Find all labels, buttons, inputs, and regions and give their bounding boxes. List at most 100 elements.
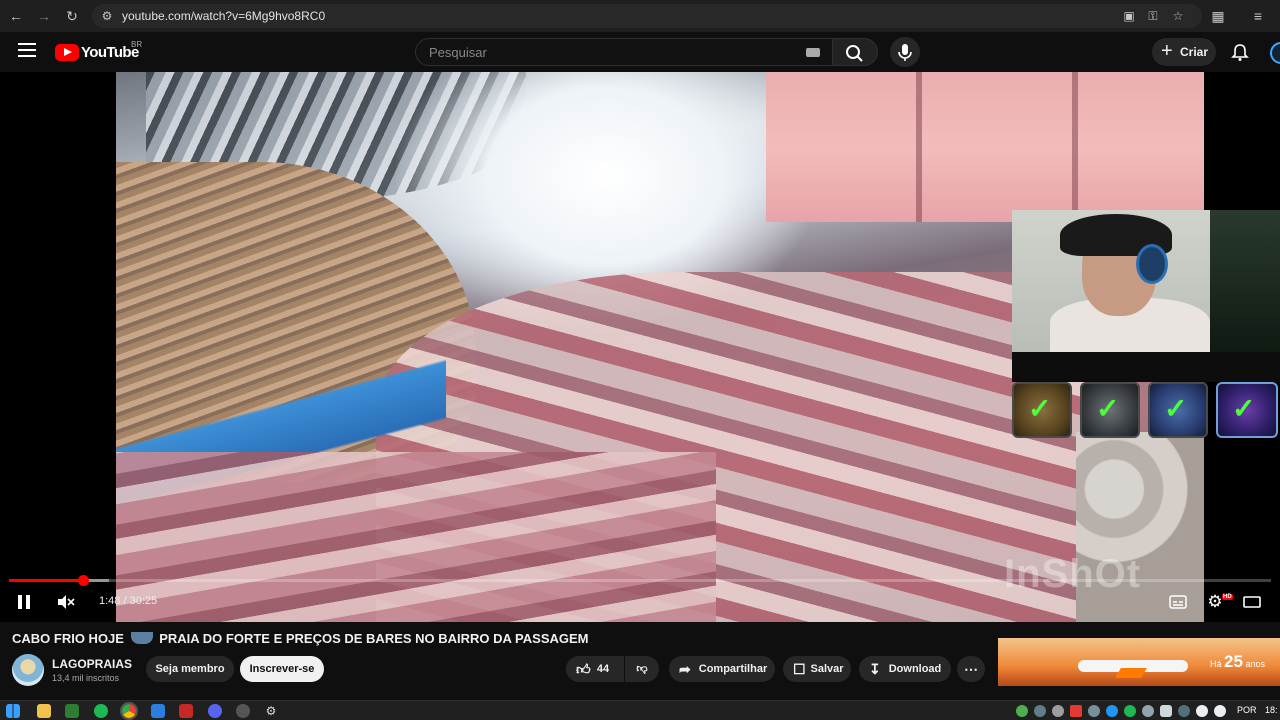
file-explorer-icon[interactable]: [37, 704, 51, 718]
app-icon[interactable]: [65, 704, 79, 718]
wifi-icon[interactable]: [1196, 705, 1208, 717]
more-dots-icon: ⋯: [964, 661, 978, 677]
hamburger-menu-icon[interactable]: [18, 43, 36, 57]
voice-search-button[interactable]: [890, 37, 920, 67]
search-placeholder: Pesquisar: [429, 45, 487, 60]
checkmark-icon: ✓: [1164, 393, 1188, 424]
windows-taskbar: ⚙ POR 18:: [0, 700, 1280, 720]
progress-scrubber-handle[interactable]: [78, 575, 90, 586]
fish-fillets-image: [766, 72, 1204, 222]
user-avatar[interactable]: [1270, 42, 1280, 64]
obs-icon[interactable]: [236, 704, 250, 718]
video-player[interactable]: InShOt ✓ ✓ ✓ ✓ 1:48 / 30:25 ⚙ HD: [0, 72, 1280, 622]
ad-headline: Há 25 anos: [1210, 652, 1265, 672]
ad-prefix: Há: [1210, 659, 1222, 669]
youtube-logo[interactable]: YouTube: [55, 43, 139, 61]
create-button[interactable]: + Criar: [1152, 38, 1216, 66]
windows-start-icon[interactable]: [6, 704, 20, 718]
hd-badge: HD: [1222, 594, 1233, 600]
pause-icon[interactable]: [18, 595, 32, 609]
thumbs-up-icon: 👍︎: [576, 661, 591, 677]
site-info-icon[interactable]: ⚙: [98, 7, 116, 25]
country-code: BR: [131, 40, 143, 49]
theater-mode-icon[interactable]: [1242, 593, 1262, 611]
tray-icon[interactable]: [1070, 705, 1082, 717]
browser-menu-icon[interactable]: ≡: [1248, 6, 1268, 26]
plus-icon: +: [1161, 40, 1173, 62]
channel-name[interactable]: LAGOPRAIAS: [52, 657, 132, 671]
video-title-part: PRAIA DO FORTE E PREÇOS DE BARES NO BAIR…: [159, 631, 589, 646]
speaker-icon[interactable]: [1214, 705, 1226, 717]
back-icon[interactable]: ←: [6, 6, 26, 26]
chrome-icon[interactable]: [120, 702, 138, 720]
share-button[interactable]: ➦ Compartilhar: [669, 656, 775, 682]
microphone-icon: [898, 44, 912, 61]
save-button[interactable]: ☐ Salvar: [783, 656, 851, 682]
achievement-badge: ✓: [1012, 382, 1072, 438]
checkmark-icon: ✓: [1028, 393, 1052, 424]
share-label: Compartilhar: [698, 663, 768, 675]
spotify-icon[interactable]: [94, 704, 108, 718]
channel-avatar[interactable]: [12, 654, 44, 686]
webcam-bottom-strip: [1012, 352, 1280, 382]
join-label: Seja membro: [155, 663, 225, 675]
subtitles-icon[interactable]: [1168, 593, 1188, 611]
tray-icon[interactable]: [1016, 705, 1028, 717]
join-membership-button[interactable]: Seja membro: [146, 656, 234, 682]
ad-unit: anos: [1245, 659, 1265, 669]
tray-icon[interactable]: [1106, 705, 1118, 717]
checkmark-icon: ✓: [1232, 393, 1256, 424]
app-icon[interactable]: [151, 704, 165, 718]
notifications-bell-icon[interactable]: [1230, 42, 1250, 62]
save-label: Salvar: [810, 663, 844, 675]
progress-bar[interactable]: [9, 575, 1271, 586]
achievement-badge: ✓: [1148, 382, 1208, 438]
tray-icon[interactable]: [1088, 705, 1100, 717]
share-arrow-icon: ➦: [679, 661, 691, 677]
like-count: 44: [596, 663, 610, 675]
tray-icon[interactable]: [1178, 705, 1190, 717]
dislike-button[interactable]: 👎︎: [625, 656, 659, 682]
url-text[interactable]: youtube.com/watch?v=6Mg9hvo8RC0: [122, 9, 325, 23]
keyboard-icon[interactable]: [806, 48, 820, 57]
tray-icon[interactable]: [1124, 705, 1136, 717]
boat-emoji-icon: [130, 632, 153, 644]
password-key-icon[interactable]: ⚿: [1144, 7, 1162, 25]
forward-icon[interactable]: →: [34, 6, 54, 26]
reload-icon[interactable]: ↻: [62, 6, 82, 26]
search-button[interactable]: [832, 38, 878, 66]
install-app-icon[interactable]: ▣: [1120, 7, 1138, 25]
subscribe-label: Inscrever-se: [249, 663, 315, 675]
achievement-badge: ✓: [1080, 382, 1140, 438]
search-icon: [846, 45, 863, 62]
system-clock[interactable]: 18:: [1265, 705, 1278, 715]
playlist-add-icon: ☐: [793, 661, 806, 677]
more-actions-button[interactable]: ⋯: [957, 656, 985, 682]
settings-gear-icon[interactable]: ⚙: [264, 704, 278, 718]
download-button[interactable]: ↧ Download: [859, 656, 951, 682]
extensions-icon[interactable]: ▦: [1208, 6, 1228, 26]
download-label: Download: [888, 663, 942, 675]
bookmark-star-icon[interactable]: ☆: [1169, 7, 1187, 25]
search-input[interactable]: Pesquisar: [415, 38, 833, 66]
tray-icon[interactable]: [1052, 705, 1064, 717]
volume-muted-icon[interactable]: [56, 593, 76, 611]
sidebar-ad-banner[interactable]: Há 25 anos: [998, 638, 1280, 700]
video-title: CABO FRIO HOJE PRAIA DO FORTE E PREÇOS D…: [12, 631, 589, 646]
subscribe-button[interactable]: Inscrever-se: [240, 656, 324, 682]
tray-icon[interactable]: [1034, 705, 1046, 717]
video-title-part: CABO FRIO HOJE: [12, 631, 124, 646]
input-language[interactable]: POR: [1237, 705, 1257, 715]
youtube-play-logo-icon: [55, 43, 79, 61]
airplane-image: [1078, 660, 1188, 672]
app-icon[interactable]: [179, 704, 193, 718]
like-button[interactable]: 👍︎ 44: [566, 656, 624, 682]
address-bar[interactable]: ⚙ youtube.com/watch?v=6Mg9hvo8RC0 ▣ ⚿ ☆: [92, 4, 1202, 28]
discord-icon[interactable]: [208, 704, 222, 718]
tray-icon[interactable]: [1142, 705, 1154, 717]
headset-icon: [1136, 244, 1168, 284]
microphone-tray-icon[interactable]: [1160, 705, 1172, 717]
ad-bottom-strip: [998, 686, 1280, 700]
progress-played: [9, 579, 84, 582]
checkmark-icon: ✓: [1096, 393, 1120, 424]
